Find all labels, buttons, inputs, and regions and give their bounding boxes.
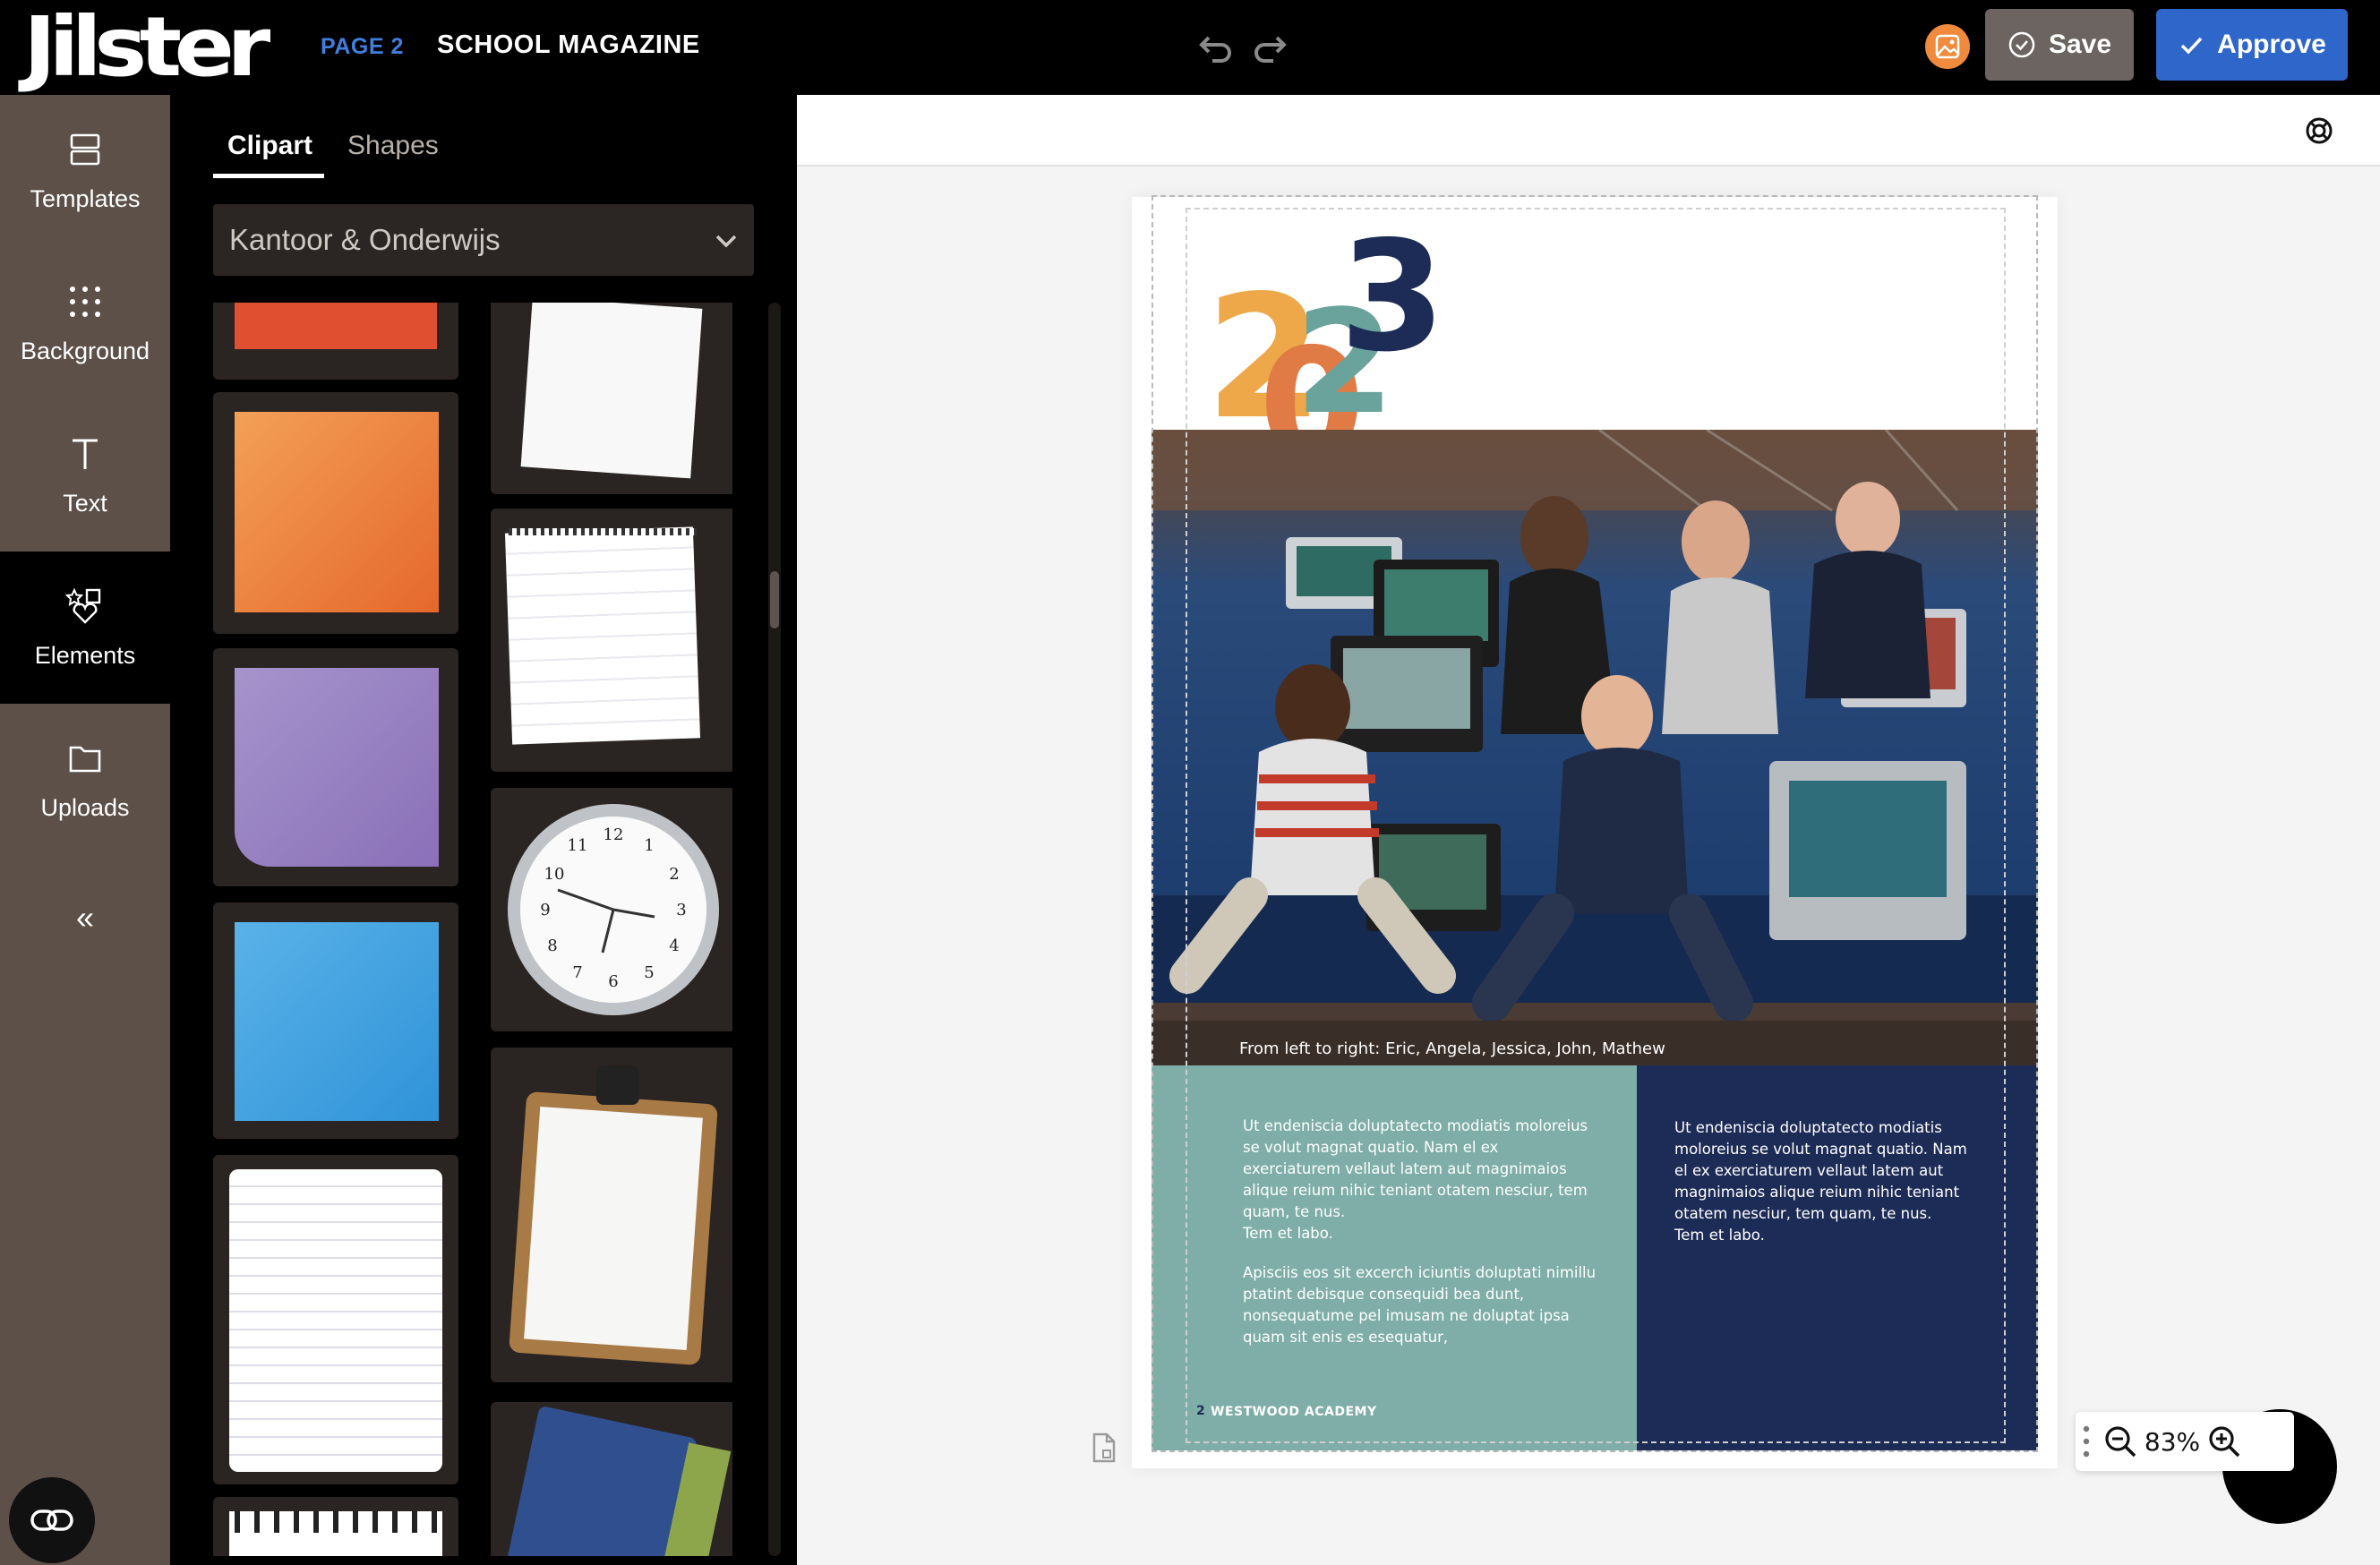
svg-text:5: 5	[644, 963, 654, 982]
nav-label-background: Background	[20, 337, 150, 364]
category-selected-value: Kantoor & Onderwijs	[229, 223, 501, 256]
nav-item-templates[interactable]: Templates	[0, 95, 170, 247]
clipart-tile[interactable]	[213, 1497, 458, 1556]
clipart-tile[interactable]	[213, 303, 458, 380]
clipart-tile[interactable]	[213, 1155, 458, 1484]
top-bar: Jilster PAGE 2 SCHOOL MAGAZINE Save Appr…	[0, 0, 2380, 95]
nav-item-uploads[interactable]: Uploads	[0, 704, 170, 856]
clipart-tile[interactable]	[213, 902, 458, 1139]
background-icon	[70, 286, 100, 317]
nav-label-uploads: Uploads	[40, 793, 130, 821]
blue-sticky-note-icon	[235, 922, 439, 1121]
orange-sticky-note-icon	[235, 412, 439, 612]
photo-illustration	[1151, 430, 2038, 1065]
svg-text:9: 9	[540, 901, 550, 919]
category-select[interactable]: Kantoor & Onderwijs	[213, 204, 754, 276]
clipart-scrollbar[interactable]	[768, 303, 781, 1556]
nav-item-text[interactable]: Text	[0, 399, 170, 552]
clipboard-paper	[524, 1106, 703, 1351]
svg-text:2: 2	[669, 865, 679, 884]
body-text-right[interactable]: Ut endeniscia doluptatecto modiatis molo…	[1674, 1117, 1977, 1246]
white-paper-icon	[520, 303, 703, 479]
document-title: SCHOOL MAGAZINE	[437, 30, 700, 59]
photo-caption[interactable]: From left to right: Eric, Angela, Jessic…	[1239, 1039, 1665, 1058]
left-navigation: Templates Background Text Elements Uploa…	[0, 95, 170, 1565]
page-indicator: PAGE 2	[321, 34, 404, 59]
svg-text:12: 12	[604, 825, 624, 844]
save-label: Save	[2048, 30, 2112, 59]
clipart-tile[interactable]	[491, 1402, 732, 1556]
purple-sticky-note-icon	[235, 668, 439, 867]
clipart-tile[interactable]	[491, 303, 732, 494]
save-button[interactable]: Save	[1985, 9, 2134, 81]
spiral-notepad-icon	[504, 526, 701, 745]
tab-clipart[interactable]: Clipart	[227, 131, 312, 161]
link-icon	[30, 1509, 73, 1531]
year-digit: 3	[1340, 215, 1445, 386]
nav-label-text: Text	[63, 489, 107, 517]
svg-text:1: 1	[644, 836, 654, 855]
redo-icon[interactable]	[1250, 27, 1293, 70]
svg-text:10: 10	[544, 865, 565, 884]
chevron-down-icon	[715, 235, 737, 248]
zoom-in-icon	[2209, 1426, 2240, 1458]
svg-text:3: 3	[676, 901, 686, 919]
collapse-sidebar-button[interactable]: «	[64, 899, 106, 936]
approve-label: Approve	[2217, 30, 2326, 59]
clipart-grid: 12 1 2 3 45 6 78 9 10 11	[213, 303, 732, 1556]
tab-shapes[interactable]: Shapes	[347, 131, 439, 161]
zoom-level: 83%	[2144, 1426, 2201, 1457]
chat-button[interactable]	[9, 1477, 95, 1563]
svg-text:11: 11	[568, 836, 588, 855]
uploads-icon	[69, 746, 101, 772]
clipart-tile[interactable]: 12 1 2 3 45 6 78 9 10 11	[491, 788, 732, 1031]
nav-item-background[interactable]: Background	[0, 247, 170, 399]
zoom-in-button[interactable]	[2201, 1418, 2247, 1465]
body-text-left-2[interactable]: Apisciis eos sit excerch iciuntis dolupt…	[1243, 1262, 1597, 1348]
clipart-tile[interactable]	[213, 648, 458, 886]
active-tab-indicator	[213, 174, 324, 178]
spiral-binding	[509, 528, 697, 535]
svg-text:4: 4	[669, 936, 679, 955]
clipboard-clip	[596, 1065, 639, 1105]
zoom-out-button[interactable]	[2097, 1418, 2144, 1465]
zoom-out-icon	[2105, 1426, 2136, 1458]
image-icon	[1935, 34, 1960, 59]
nav-label-elements: Elements	[34, 641, 136, 669]
zoom-control: 83%	[2076, 1412, 2294, 1471]
help-lifebuoy-icon[interactable]	[2303, 115, 2335, 147]
svg-text:8: 8	[547, 936, 557, 955]
wall-clock-icon: 12 12 3 45 6 78 9 1011	[508, 804, 719, 1015]
elements-icon	[65, 587, 101, 624]
canvas-header	[797, 95, 2380, 167]
text-icon	[73, 439, 98, 469]
clipart-tile[interactable]	[491, 509, 732, 772]
group-photo[interactable]	[1151, 430, 2038, 1065]
templates-icon	[70, 133, 100, 165]
lined-paper-icon	[229, 1169, 442, 1472]
approve-button[interactable]: Approve	[2156, 9, 2348, 81]
clipart-panel: Clipart Shapes Kantoor & Onderwijs 12 1 …	[170, 95, 797, 1565]
image-icon-button[interactable]	[1925, 24, 1970, 69]
spiral-binding	[235, 1511, 437, 1533]
clipart-tile[interactable]	[491, 1048, 732, 1382]
body-text-left-1[interactable]: Ut endeniscia doluptatecto modiatis molo…	[1243, 1116, 1597, 1244]
undo-icon[interactable]	[1193, 27, 1236, 70]
clipart-tile[interactable]	[213, 392, 458, 634]
footer-school-name: WESTWOOD ACADEMY	[1211, 1405, 1377, 1419]
blue-notebook-icon	[499, 1405, 698, 1556]
svg-text:6: 6	[608, 972, 618, 991]
page-settings-icon[interactable]	[1091, 1432, 1117, 1463]
nav-item-elements[interactable]: Elements	[0, 552, 170, 704]
nav-label-templates: Templates	[30, 184, 141, 212]
check-icon	[2180, 37, 2203, 55]
red-sticky-note-icon	[235, 303, 437, 349]
jilster-logo[interactable]: Jilster	[23, 6, 313, 89]
drag-handle-icon[interactable]	[2076, 1424, 2097, 1459]
svg-text:7: 7	[572, 963, 582, 982]
clipart-scrollbar-thumb[interactable]	[770, 571, 779, 629]
footer-page-number: 2	[1196, 1404, 1205, 1418]
check-circle-icon	[2008, 31, 2035, 58]
